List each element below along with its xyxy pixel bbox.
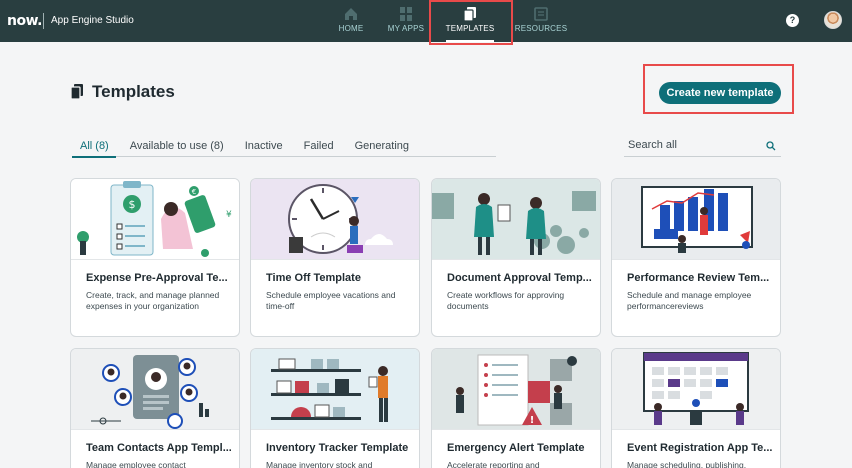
document-approval-illustration bbox=[432, 179, 600, 260]
card-title: Inventory Tracker Template bbox=[266, 442, 409, 454]
user-avatar[interactable] bbox=[824, 11, 842, 29]
card-description: Manage scheduling, publishing, bbox=[627, 460, 747, 468]
template-card-team-contacts[interactable]: Team Contacts App Templ... Manage employ… bbox=[70, 348, 240, 468]
card-title: Time Off Template bbox=[266, 272, 361, 284]
template-card-time-off[interactable]: Time Off Template Schedule employee vaca… bbox=[250, 178, 420, 337]
search-field bbox=[624, 139, 781, 157]
svg-text:¥: ¥ bbox=[226, 210, 232, 220]
performance-review-illustration bbox=[612, 179, 780, 260]
card-description: Manage inventory stock and bbox=[266, 460, 373, 468]
card-title: Expense Pre-Approval Te... bbox=[86, 272, 228, 284]
inventory-tracker-illustration bbox=[251, 349, 419, 430]
template-card-expense-pre-approval[interactable]: $ € ¥ Expense Pre-Approval Te... Create,… bbox=[70, 178, 240, 337]
tab-inactive[interactable]: Inactive bbox=[245, 140, 290, 156]
home-icon bbox=[345, 8, 357, 20]
card-description: Schedule employee vacations and time-off bbox=[266, 290, 396, 311]
logo-divider bbox=[43, 13, 44, 29]
tab-available-to-use[interactable]: Available to use (8) bbox=[130, 140, 231, 156]
search-input[interactable] bbox=[624, 139, 754, 151]
card-description: Create, track, and manage planned expens… bbox=[86, 290, 220, 311]
event-registration-illustration bbox=[612, 349, 780, 430]
card-description: Create workflows for approving documents bbox=[447, 290, 565, 311]
card-title: Emergency Alert Template bbox=[447, 442, 585, 454]
expense-illustration: $ € ¥ bbox=[71, 179, 239, 260]
filter-tabs: All (8) Available to use (8) Inactive Fa… bbox=[72, 140, 496, 158]
help-icon[interactable]: ? bbox=[786, 14, 799, 27]
tab-all[interactable]: All (8) bbox=[72, 140, 116, 158]
svg-text:$: $ bbox=[129, 198, 136, 211]
team-contacts-illustration bbox=[71, 349, 239, 430]
template-card-event-registration[interactable]: Event Registration App Te... Manage sche… bbox=[611, 348, 781, 468]
servicenow-logo[interactable]: now. bbox=[7, 13, 42, 29]
app-name: App Engine Studio bbox=[51, 15, 134, 26]
template-card-document-approval[interactable]: Document Approval Temp... Create workflo… bbox=[431, 178, 601, 337]
card-description: Manage employee contact bbox=[86, 460, 186, 468]
template-card-emergency-alert[interactable]: ! Emergency Alert Template Accelerate re… bbox=[431, 348, 601, 468]
tab-failed[interactable]: Failed bbox=[304, 140, 341, 156]
page-title: Templates bbox=[70, 82, 175, 102]
template-card-performance-review[interactable]: Performance Review Tem... Schedule and m… bbox=[611, 178, 781, 337]
card-title: Document Approval Temp... bbox=[447, 272, 592, 284]
search-icon[interactable] bbox=[766, 141, 776, 151]
card-title: Event Registration App Te... bbox=[627, 442, 772, 454]
svg-text:€: € bbox=[192, 188, 196, 196]
grid-icon bbox=[400, 7, 412, 21]
book-icon bbox=[534, 7, 548, 21]
time-off-illustration bbox=[251, 179, 419, 260]
templates-icon bbox=[70, 84, 83, 100]
tab-generating[interactable]: Generating bbox=[355, 140, 416, 156]
nav-resources-label: RESOURCES bbox=[514, 24, 568, 33]
highlight-box-templates-nav bbox=[429, 0, 513, 45]
highlight-box-create-button bbox=[643, 64, 794, 114]
nav-resources[interactable]: RESOURCES bbox=[509, 4, 573, 38]
card-description: Schedule and manage employee performance… bbox=[627, 290, 752, 311]
template-card-inventory-tracker[interactable]: Inventory Tracker Template Manage invent… bbox=[250, 348, 420, 468]
card-description: Accelerate reporting and bbox=[447, 460, 540, 468]
svg-text:!: ! bbox=[530, 415, 535, 426]
top-navigation-bar: now. App Engine Studio HOME MY APPS TEMP… bbox=[0, 0, 852, 42]
card-title: Performance Review Tem... bbox=[627, 272, 770, 284]
page-title-text: Templates bbox=[92, 82, 175, 101]
card-title: Team Contacts App Templ... bbox=[86, 442, 231, 454]
emergency-alert-illustration: ! bbox=[432, 349, 600, 430]
